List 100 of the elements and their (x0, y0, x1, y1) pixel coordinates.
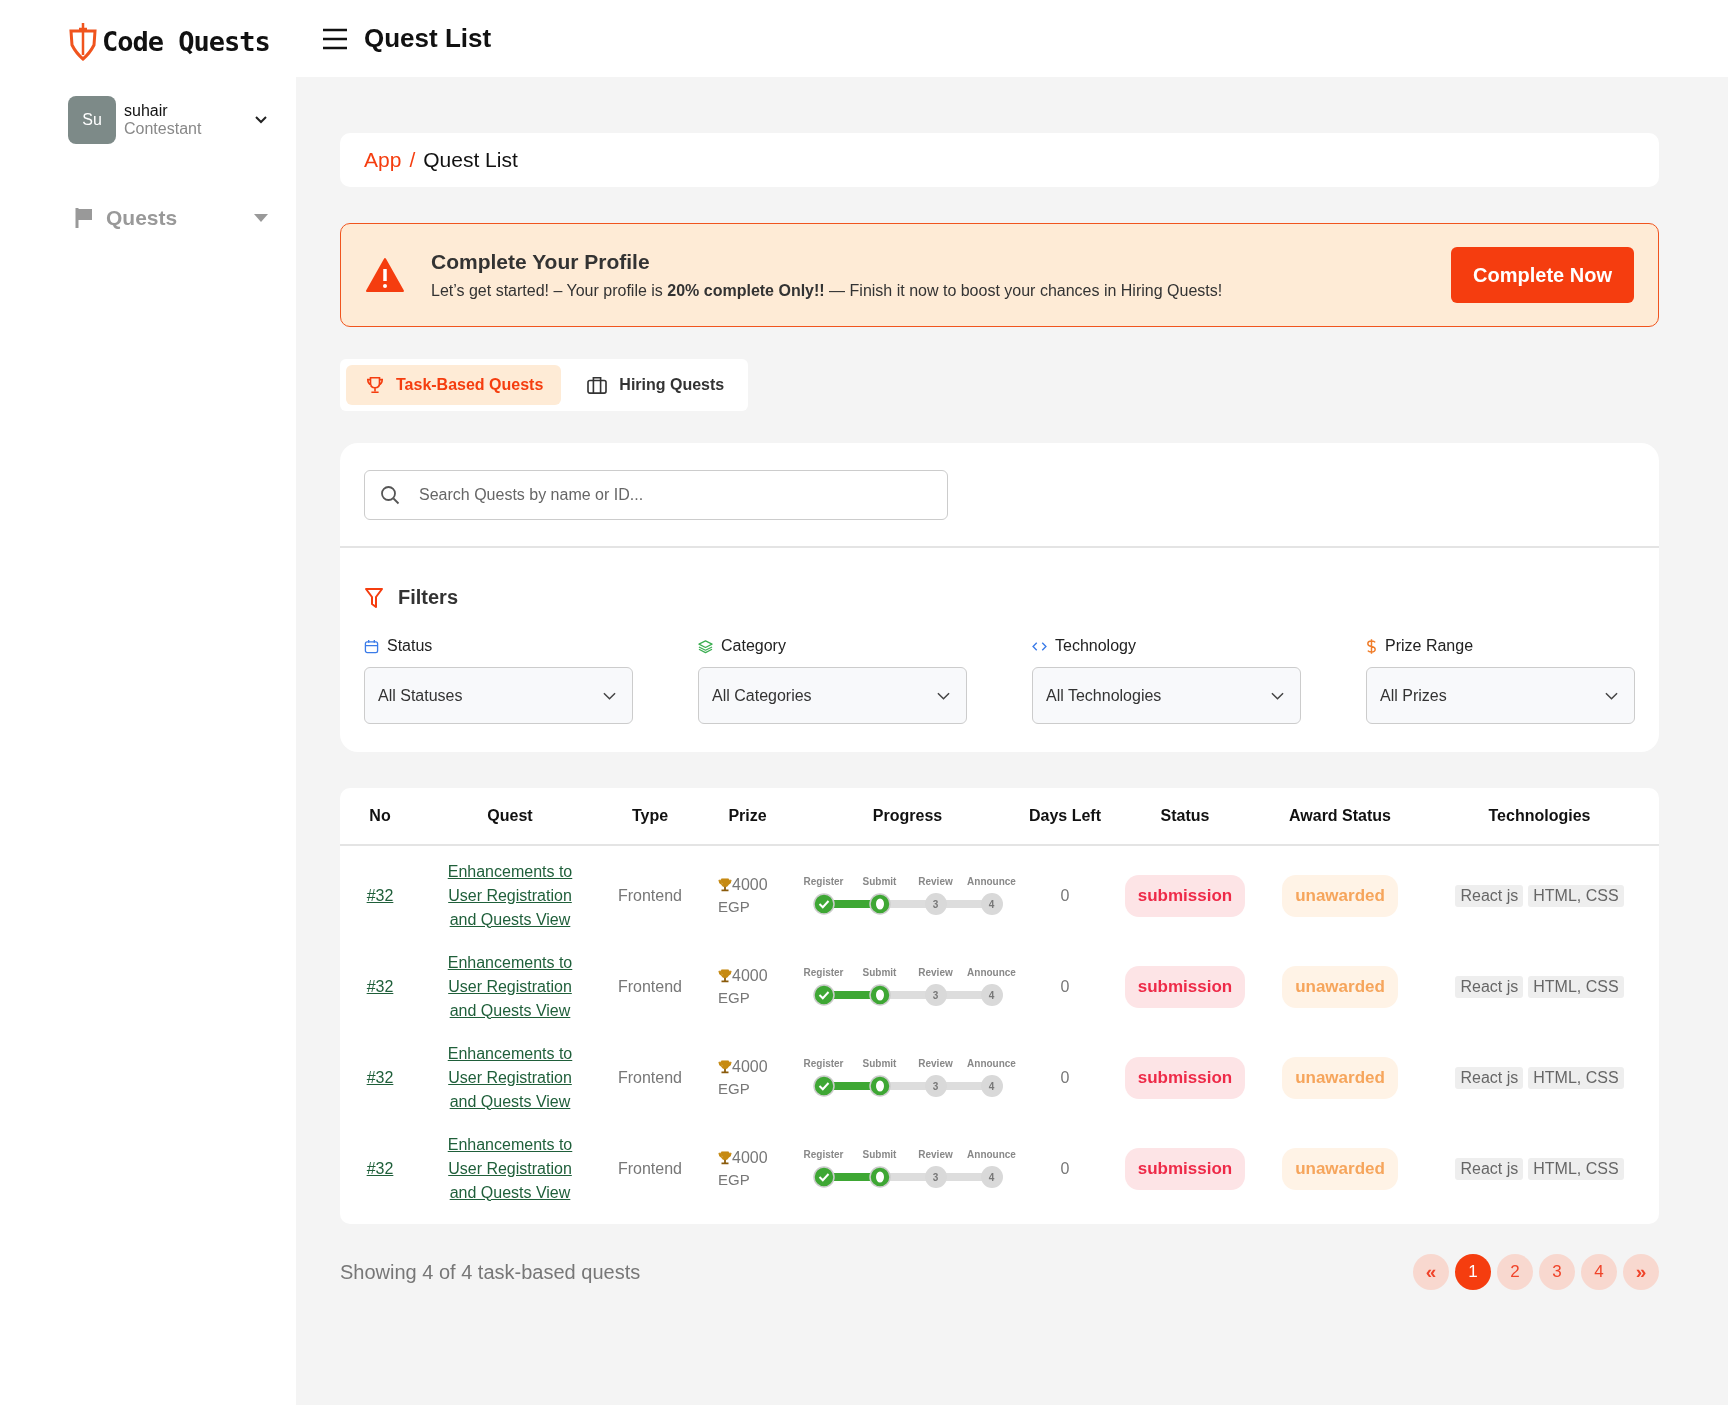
menu-icon[interactable] (322, 27, 348, 50)
step-number: 3 (924, 893, 947, 915)
trophy-icon (718, 969, 732, 983)
award-status-badge: unawarded (1282, 965, 1398, 1008)
quest-type: Frontend (616, 1068, 683, 1087)
user-avatar: Su (68, 96, 116, 144)
quest-number-link[interactable]: #32 (366, 1068, 394, 1087)
technology-tag: HTML, CSS (1528, 1066, 1624, 1089)
step-label: Announce (967, 1058, 1016, 1069)
step-label: Submit (862, 1058, 897, 1069)
quest-title-link[interactable]: Enhancements to User Registration and Quests View (437, 859, 583, 932)
prize-currency: EGP (718, 1080, 750, 1097)
shield-sword-logo-icon (68, 21, 98, 61)
filter-label: Status (387, 637, 433, 655)
user-name: suhair (124, 102, 169, 120)
prize-amount: 4000 (732, 876, 768, 894)
quest-number-link[interactable]: #32 (366, 977, 394, 996)
step-done-icon (812, 1166, 835, 1188)
quest-title-link[interactable]: Enhancements to User Registration and Quests View (437, 950, 583, 1023)
chevron-down-icon (1605, 691, 1618, 700)
dollar-icon (1366, 637, 1377, 655)
chevron-down-icon (603, 691, 616, 700)
step-number: 3 (924, 1166, 947, 1188)
filter-dropdown[interactable]: All Prizes (1366, 667, 1635, 724)
award-status-badge: unawarded (1282, 874, 1398, 917)
code-icon (1032, 640, 1047, 652)
filter-dropdown[interactable]: All Technologies (1032, 667, 1301, 724)
trophy-icon (718, 1060, 732, 1074)
prize-amount: 4000 (732, 1058, 768, 1076)
award-status-badge: unawarded (1282, 1056, 1398, 1099)
technology-tag: React js (1455, 1066, 1524, 1089)
days-left: 0 (1059, 886, 1071, 905)
trophy-icon (366, 376, 384, 394)
days-left: 0 (1059, 977, 1071, 996)
column-header: No (368, 807, 392, 825)
step-label: Review (918, 1058, 953, 1069)
briefcase-icon (587, 376, 608, 394)
step-label: Register (803, 876, 844, 887)
days-left: 0 (1059, 1068, 1071, 1087)
step-label: Submit (862, 1149, 897, 1160)
flag-icon (74, 207, 94, 229)
column-header: Status (1159, 807, 1211, 825)
tab[interactable]: Hiring Quests (567, 365, 743, 405)
quest-number-link[interactable]: #32 (366, 886, 394, 905)
step-label: Register (803, 967, 844, 978)
prize-currency: EGP (718, 1171, 750, 1188)
breadcrumb-separator: / (409, 148, 416, 172)
filter-icon (364, 586, 384, 609)
step-label: Review (918, 876, 953, 887)
step-done-icon (812, 984, 835, 1006)
technology-tag: HTML, CSS (1528, 975, 1624, 998)
calendar-icon (364, 638, 379, 654)
technology-tag: HTML, CSS (1528, 884, 1624, 907)
quest-number-link[interactable]: #32 (366, 1159, 394, 1178)
chevron-down-icon[interactable] (254, 115, 268, 125)
column-header: Award Status (1288, 807, 1392, 825)
breadcrumb-current: Quest List (423, 148, 518, 172)
step-number: 3 (924, 984, 947, 1006)
days-left: 0 (1059, 1159, 1071, 1178)
column-header: Type (630, 807, 670, 825)
prize-currency: EGP (718, 898, 750, 915)
quest-type: Frontend (616, 886, 683, 905)
step-current-icon (868, 984, 891, 1006)
technology-tag: React js (1455, 884, 1524, 907)
filter-label: Category (721, 637, 786, 655)
award-status-badge: unawarded (1282, 1147, 1398, 1190)
prize-amount: 4000 (732, 1149, 768, 1167)
step-current-icon (868, 1166, 891, 1188)
step-label: Review (918, 967, 953, 978)
breadcrumb-link[interactable]: App (364, 148, 402, 172)
prize-amount: 4000 (732, 967, 768, 985)
step-label: Submit (862, 876, 897, 887)
alert-title: Complete Your Profile (431, 250, 651, 274)
chevron-down-icon (1271, 691, 1284, 700)
filter-dropdown[interactable]: All Statuses (364, 667, 633, 724)
step-number: 4 (980, 893, 1003, 915)
step-label: Review (918, 1149, 953, 1160)
page-button[interactable]: 1 (1455, 1254, 1491, 1290)
step-done-icon (812, 1075, 835, 1097)
page-title: Quest List (364, 23, 492, 54)
column-header: Quest (486, 807, 534, 825)
step-label: Announce (967, 1149, 1016, 1160)
step-label: Announce (967, 876, 1016, 887)
status-badge: submission (1124, 965, 1246, 1008)
column-header: Technologies (1487, 807, 1592, 825)
quest-title-link[interactable]: Enhancements to User Registration and Quests View (437, 1041, 583, 1114)
quest-title-link[interactable]: Enhancements to User Registration and Quests View (437, 1132, 583, 1205)
technology-tag: HTML, CSS (1528, 1157, 1624, 1180)
quest-type: Frontend (616, 977, 683, 996)
caret-icon (254, 214, 268, 222)
prize-currency: EGP (718, 989, 750, 1006)
step-number: 4 (980, 1075, 1003, 1097)
step-number: 4 (980, 1166, 1003, 1188)
filter-label: Technology (1055, 637, 1136, 655)
filter-dropdown[interactable]: All Categories (698, 667, 967, 724)
complete-now-button[interactable]: Complete Now (1451, 247, 1634, 303)
filters-title: Filters (398, 586, 459, 609)
brand-name: Code Quests (102, 25, 270, 57)
search-field[interactable]: Search Quests by name or ID... (364, 470, 948, 520)
step-label: Register (803, 1058, 844, 1069)
